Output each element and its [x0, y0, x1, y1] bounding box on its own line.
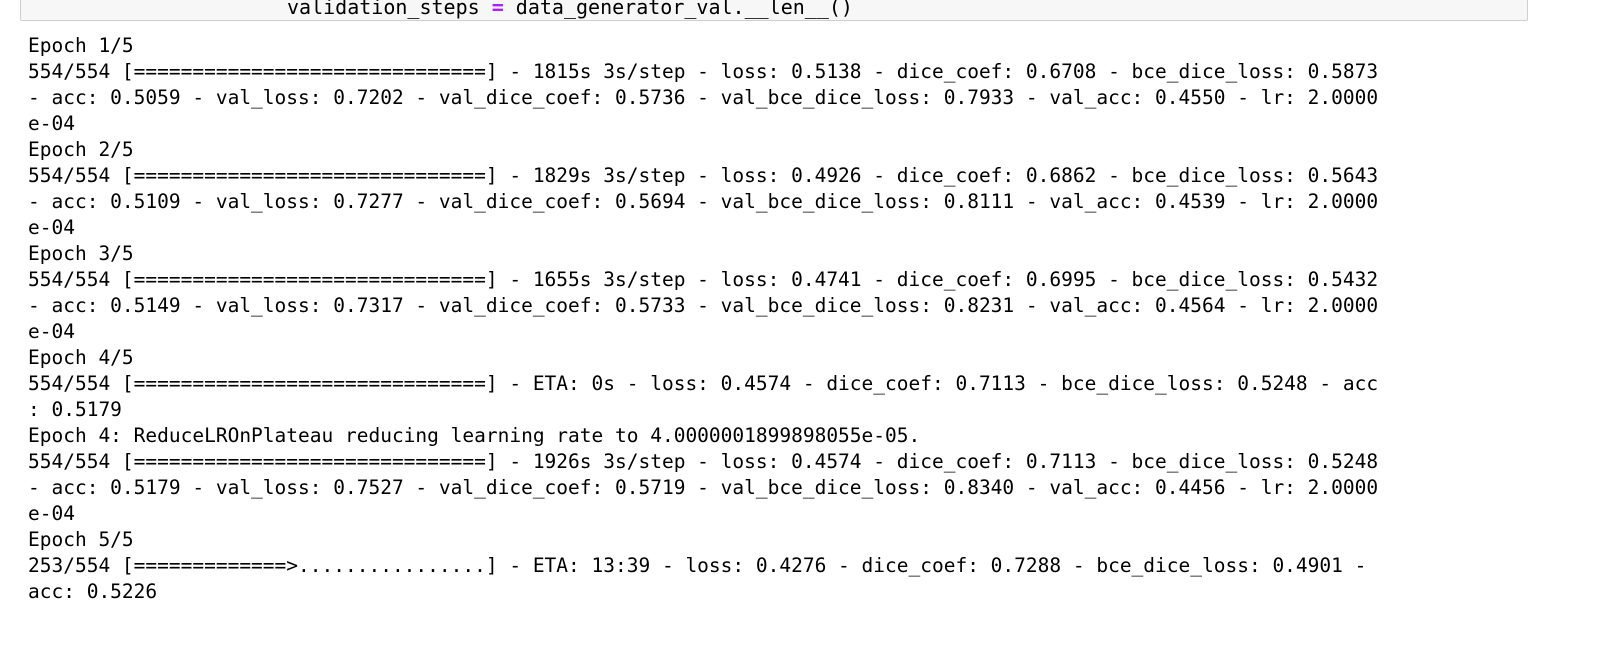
output-line-lr-tail-3: e-04 [28, 320, 75, 343]
output-line-lr-tail-1: e-04 [28, 112, 75, 135]
output-line-progress-4-eta: 554/554 [==============================]… [28, 372, 1379, 395]
code-text-left: validation_steps [287, 0, 492, 19]
output-line-lr-tail-2: e-04 [28, 216, 75, 239]
code-line: validation_steps = data_generator_val.__… [287, 0, 853, 20]
output-line-epoch-3: Epoch 3/5 [28, 242, 134, 265]
output-line-epoch-2: Epoch 2/5 [28, 138, 134, 161]
output-line-progress-3: 554/554 [==============================]… [28, 268, 1379, 291]
code-cell-input[interactable]: validation_steps = data_generator_val.__… [20, 0, 1528, 21]
output-line-metrics-4: - acc: 0.5179 - val_loss: 0.7527 - val_d… [28, 476, 1379, 499]
output-line-epoch-1: Epoch 1/5 [28, 34, 134, 57]
output-line-lr-tail-4: e-04 [28, 502, 75, 525]
output-line-progress-1: 554/554 [==============================]… [28, 60, 1379, 83]
output-line-epoch-4: Epoch 4/5 [28, 346, 134, 369]
output-line-acc-4-eta: : 0.5179 [28, 398, 122, 421]
output-line-reduce-lr: Epoch 4: ReduceLROnPlateau reducing lear… [28, 424, 921, 447]
output-line-progress-5: 253/554 [=============>................]… [28, 554, 1367, 577]
cell-output-stream: Epoch 1/5 554/554 [=====================… [28, 33, 1528, 605]
code-text-right: data_generator_val.__len__() [503, 0, 853, 19]
output-line-progress-4: 554/554 [==============================]… [28, 450, 1379, 473]
output-line-acc-5: acc: 0.5226 [28, 580, 158, 603]
output-line-metrics-3: - acc: 0.5149 - val_loss: 0.7317 - val_d… [28, 294, 1379, 317]
output-line-progress-2: 554/554 [==============================]… [28, 164, 1379, 187]
output-line-metrics-2: - acc: 0.5109 - val_loss: 0.7277 - val_d… [28, 190, 1379, 213]
output-line-metrics-1: - acc: 0.5059 - val_loss: 0.7202 - val_d… [28, 86, 1379, 109]
code-operator: = [491, 0, 504, 19]
output-line-epoch-5: Epoch 5/5 [28, 528, 134, 551]
